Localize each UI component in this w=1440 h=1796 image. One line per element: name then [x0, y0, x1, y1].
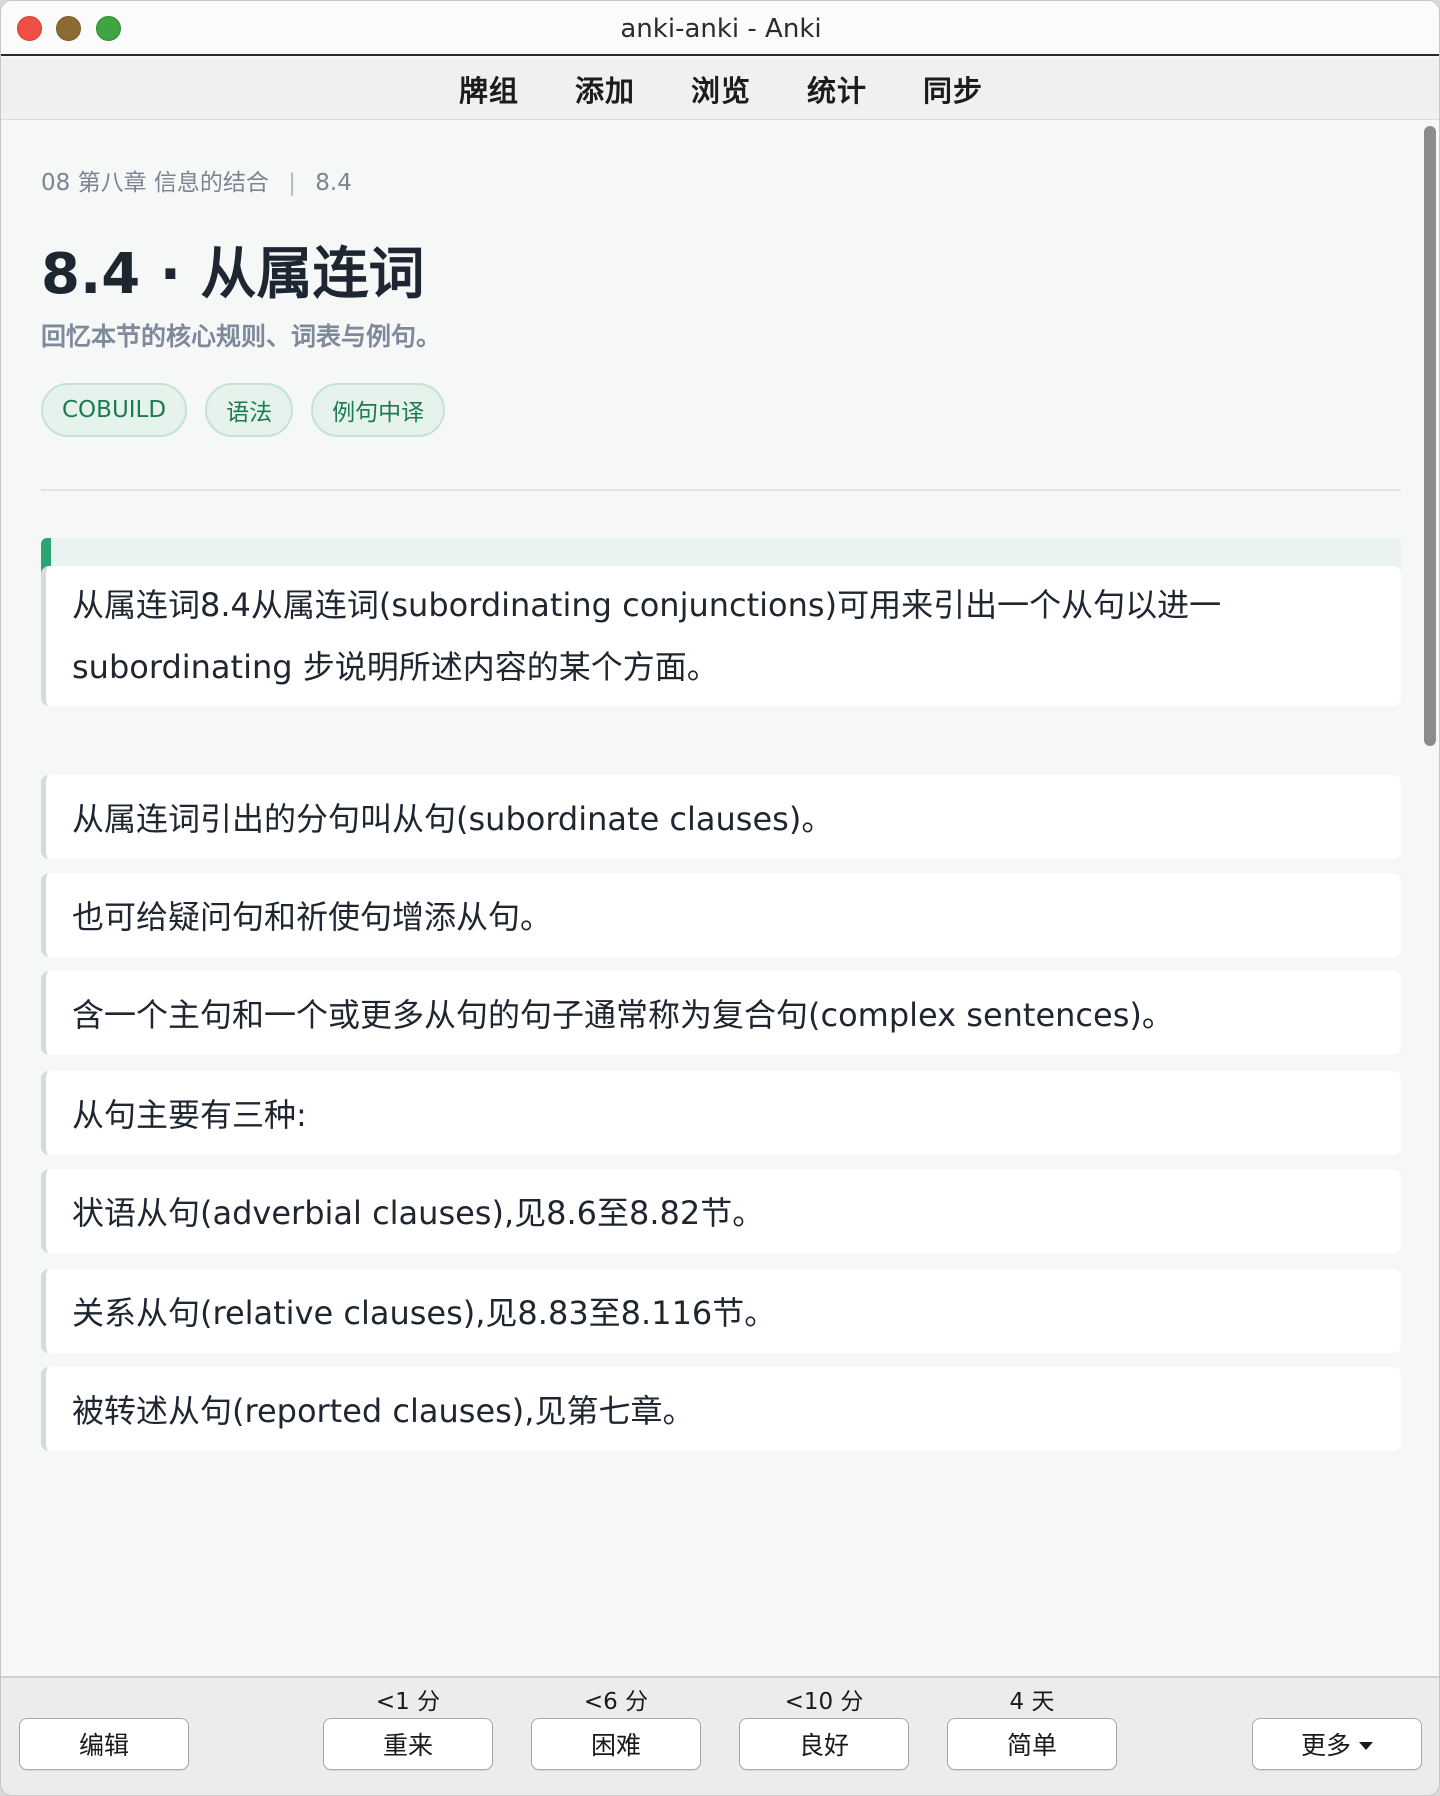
scrollbar-thumb[interactable] — [1424, 126, 1436, 746]
card-title: 8.4 · 从属连词 — [41, 242, 425, 307]
list-item: 也可给疑问句和祈使句增添从句。 — [41, 873, 1401, 957]
good-button[interactable]: 良好 — [739, 1718, 909, 1770]
divider — [41, 489, 1401, 491]
chevron-down-icon — [1359, 1741, 1373, 1750]
nav-browse[interactable]: 浏览 — [663, 68, 779, 110]
nav-sync[interactable]: 同步 — [895, 68, 1011, 110]
again-interval: <1 分 — [375, 1689, 441, 1715]
list-item: 从句主要有三种: — [41, 1071, 1401, 1155]
again-button[interactable]: 重来 — [323, 1718, 493, 1770]
nav-decks[interactable]: 牌组 — [431, 68, 547, 110]
hard-interval: <6 分 — [583, 1689, 649, 1715]
window-title: anki-anki - Anki — [620, 14, 822, 44]
hard-button[interactable]: 困难 — [531, 1718, 701, 1770]
card-subtitle: 回忆本节的核心规则、词表与例句。 — [41, 322, 442, 351]
easy-button[interactable]: 简单 — [947, 1718, 1117, 1770]
intro-text: 从属连词8.4从属连词(subordinating conjunctions)可… — [72, 574, 1221, 698]
tag-cobuild: COBUILD — [41, 383, 188, 437]
more-button[interactable]: 更多 — [1252, 1718, 1422, 1770]
nav-stats[interactable]: 统计 — [779, 68, 895, 110]
more-label: 更多 — [1300, 1731, 1351, 1760]
list-item: 关系从句(relative clauses),见8.83至8.116节。 — [41, 1269, 1401, 1353]
good-interval: <10 分 — [784, 1689, 864, 1715]
breadcrumb-separator: | — [288, 170, 296, 196]
intro-line-1: 从属连词8.4从属连词(subordinating conjunctions)可… — [72, 586, 1222, 624]
breadcrumb-chapter: 08 第八章 信息的结合 — [41, 170, 269, 196]
tag-example-translation: 例句中译 — [311, 383, 446, 437]
breadcrumb: 08 第八章 信息的结合 | 8.4 — [41, 163, 352, 197]
breadcrumb-section: 8.4 — [315, 170, 352, 196]
title-bar: anki-anki - Anki — [1, 1, 1439, 56]
intro-line-2: subordinating 步说明所述内容的某个方面。 — [72, 648, 719, 686]
nav-add[interactable]: 添加 — [547, 68, 663, 110]
edit-button[interactable]: 编辑 — [19, 1718, 189, 1770]
tag-list: COBUILD 语法 例句中译 — [41, 383, 446, 437]
answer-bar: 编辑 <1 分 重来 <6 分 困难 <10 分 良好 4 天 简单 更多 — [1, 1676, 1439, 1795]
intro-card: 从属连词8.4从属连词(subordinating conjunctions)可… — [41, 566, 1401, 706]
top-navigation: 牌组 添加 浏览 统计 同步 — [1, 58, 1439, 120]
list-item: 从属连词引出的分句叫从句(subordinate clauses)。 — [41, 775, 1401, 859]
list-item: 状语从句(adverbial clauses),见8.6至8.82节。 — [41, 1169, 1401, 1253]
anki-window: anki-anki - Anki 牌组 添加 浏览 统计 同步 08 第八章 信… — [0, 0, 1440, 1796]
card-content[interactable]: 08 第八章 信息的结合 | 8.4 8.4 · 从属连词 回忆本节的核心规则、… — [1, 121, 1421, 1676]
tag-grammar: 语法 — [205, 383, 294, 437]
list-item: 含一个主句和一个或更多从句的句子通常称为复合句(complex sentence… — [41, 971, 1401, 1055]
list-item: 被转述从句(reported clauses),见第七章。 — [41, 1367, 1401, 1451]
easy-interval: 4 天 — [1009, 1689, 1055, 1715]
